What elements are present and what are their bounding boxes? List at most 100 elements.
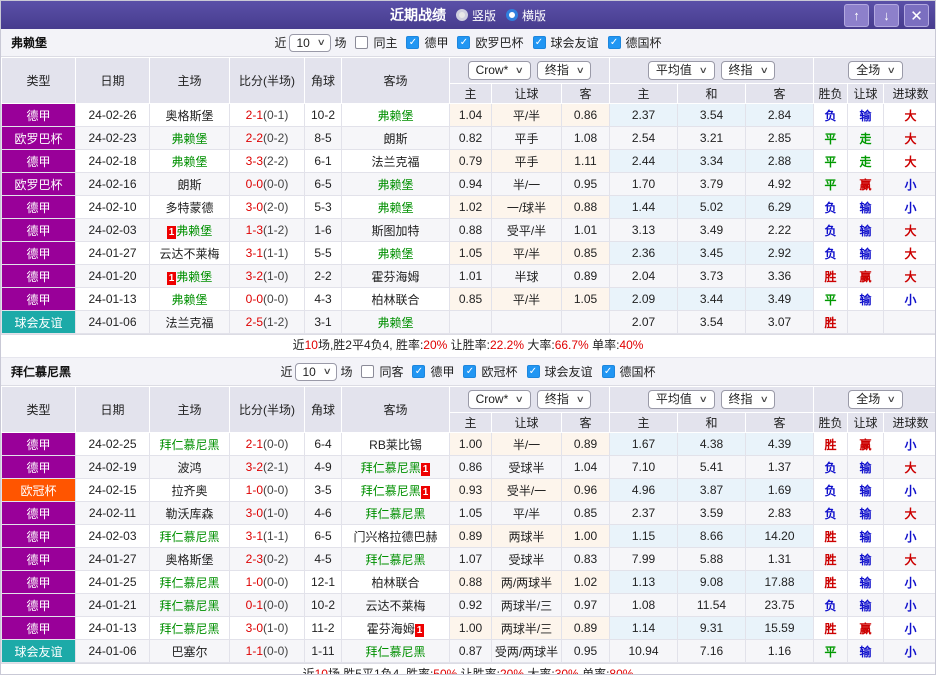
sub-column-header-euro-away-odds: 客 — [744, 412, 815, 433]
table-row: 德甲 24-01-27 云达不莱梅 3-1(1-1) 5-5 弗赖堡 1.05 平/半 0.85… — [1, 241, 935, 265]
table-row: 德甲 24-01-27 奥格斯堡 2-3(0-2) 4-5 拜仁慕尼黑 1.07 受球半 0.8… — [1, 547, 935, 571]
league-checkbox-label: 球会友谊 — [544, 365, 593, 379]
move-up-button[interactable]: ↑ — [844, 4, 869, 27]
score-fulltime: 3-1 — [245, 246, 263, 260]
result-goals: 小 — [883, 616, 935, 640]
league-cell: 德甲 — [1, 264, 76, 288]
result-handicap: 赢 — [847, 172, 885, 196]
table-row: 德甲 24-01-21 拜仁慕尼黑 0-1(0-0) 10-2 云达不莱梅 0.92 两球半/… — [1, 593, 935, 617]
score-fulltime: 2-2 — [245, 131, 263, 145]
home-team-cell: 奥格斯堡 — [149, 547, 230, 571]
asian-home-odds: 0.85 — [449, 287, 492, 311]
final-odds-dropdown-2[interactable]: 终指 ∨ — [720, 390, 776, 409]
final-odds-dropdown-label: 终指 — [544, 63, 569, 77]
column-header-corner-cell: 角球 — [304, 386, 342, 433]
league-cell: 德甲 — [1, 547, 76, 571]
column-header-away-team-cell: 客场 — [341, 386, 450, 433]
team-name: 拉齐奥 — [171, 483, 208, 498]
sub-column-header-result-goals: 进球数 — [883, 412, 935, 433]
summary-segment: 让胜率: — [447, 338, 490, 352]
average-odds-dropdown[interactable]: 平均值 ∨ — [647, 390, 715, 409]
matches-table: 类型 日期 主场 比分(半场) 角球 客场 Crow* ∨ 终指 ∨ 平均值 ∨ 终指 ∨ 全场 ∨ 主让球客主… — [1, 57, 935, 334]
column-header-corner-cell: 角球 — [304, 57, 342, 104]
team-name: 拜仁慕尼黑 — [365, 506, 426, 521]
summary-segment: 22.2% — [490, 338, 525, 352]
result-outcome: 平 — [813, 172, 849, 196]
odds-source-dropdown[interactable]: Crow* ∨ — [467, 390, 531, 409]
euro-away-odds: 2.22 — [744, 218, 815, 242]
result-goals: 大 — [883, 149, 935, 173]
team-name: 拜仁慕尼黑 — [159, 529, 220, 544]
odds-source-dropdown[interactable]: Crow* ∨ — [467, 61, 531, 80]
league-cell: 德甲 — [1, 287, 76, 311]
away-team-cell: 霍芬海姆 1 — [341, 616, 450, 640]
average-odds-dropdown[interactable]: 平均值 ∨ — [647, 61, 715, 80]
team-name: 云达不莱梅 — [365, 598, 426, 613]
team-name: 朗斯 — [177, 177, 202, 192]
team-name: 门兴格拉德巴赫 — [353, 529, 438, 544]
league-checkbox-4[interactable]: ✓ — [601, 365, 615, 378]
euro-draw-odds: 3.54 — [677, 310, 746, 334]
result-outcome: 负 — [813, 501, 849, 525]
league-cell: 德甲 — [1, 616, 76, 640]
score-fulltime: 2-1 — [245, 108, 263, 122]
euro-away-odds: 17.88 — [744, 570, 815, 594]
result-goals: 小 — [883, 570, 935, 594]
league-cell: 德甲 — [1, 103, 76, 127]
team-section-1: 弗赖堡近 10 ∨ 场同主 ✓ 德甲 ✓ 欧罗巴杯 ✓ 球会友谊 ✓ 德国杯 类型 日期 主场 比分(半场) 角… — [1, 29, 935, 355]
asian-home-odds: 0.88 — [449, 218, 492, 242]
team-name: 拜仁慕尼黑 — [159, 621, 220, 636]
scope-group: 全场 ∨ — [813, 57, 935, 84]
league-checkbox-2[interactable]: ✓ — [457, 36, 471, 49]
euro-away-odds: 1.37 — [744, 455, 815, 479]
league-checkbox-1[interactable]: ✓ — [406, 36, 420, 49]
red-card-badge: 1 — [166, 271, 177, 285]
league-checkbox-1[interactable]: ✓ — [412, 365, 426, 378]
score-halftime: (0-2) — [263, 131, 289, 145]
league-checkbox-2[interactable]: ✓ — [463, 365, 477, 378]
date-cell: 24-02-19 — [75, 455, 150, 479]
scope-dropdown[interactable]: 全场 ∨ — [848, 61, 903, 80]
match-count-select[interactable]: 10 ∨ — [289, 33, 332, 52]
score-halftime: (2-0) — [263, 200, 289, 214]
scope-dropdown[interactable]: 全场 ∨ — [848, 390, 903, 409]
layout-radio-horizontal[interactable]: 横版 — [506, 7, 546, 24]
same-home-checkbox[interactable] — [355, 36, 369, 49]
score-halftime: (1-1) — [263, 246, 289, 260]
match-count-select[interactable]: 10 ∨ — [295, 362, 338, 381]
result-goals: 大 — [883, 264, 935, 288]
league-checkbox-3[interactable]: ✓ — [532, 36, 546, 49]
final-odds-dropdown[interactable]: 终指 ∨ — [536, 390, 592, 409]
team-name: 弗赖堡 — [171, 154, 208, 169]
score-cell: 3-3(2-2) — [229, 149, 305, 173]
home-team-cell: 多特蒙德 — [149, 195, 230, 219]
team-section-2: 拜仁慕尼黑近 10 ∨ 场同客 ✓ 德甲 ✓ 欧冠杯 ✓ 球会友谊 ✓ 德国杯 类型 日期 主场 比分(半场)… — [1, 357, 935, 674]
euro-draw-odds: 5.02 — [677, 195, 746, 219]
layout-radio-vertical[interactable]: 竖版 — [455, 7, 496, 24]
title-buttons: ↑ ↓ ✕ — [844, 4, 929, 27]
corner-cell: 4-9 — [304, 455, 342, 479]
home-team-cell: 朗斯 — [149, 172, 230, 196]
home-team-cell: 拉齐奥 — [149, 478, 230, 502]
away-team-cell: 拜仁慕尼黑 — [341, 501, 450, 525]
down-arrow-icon: ↓ — [883, 8, 890, 23]
final-odds-dropdown[interactable]: 终指 ∨ — [536, 61, 592, 80]
final-odds-dropdown-2[interactable]: 终指 ∨ — [720, 61, 776, 80]
result-outcome: 平 — [813, 287, 849, 311]
league-checkbox-3[interactable]: ✓ — [526, 365, 540, 378]
league-cell: 德甲 — [1, 501, 76, 525]
move-down-button[interactable]: ↓ — [874, 4, 899, 27]
same-label: 同客 — [379, 365, 404, 379]
close-button[interactable]: ✕ — [904, 4, 929, 27]
handicap-line: 两球半 — [491, 524, 562, 548]
league-checkbox-4[interactable]: ✓ — [607, 36, 621, 49]
score-fulltime: 3-3 — [245, 154, 263, 168]
table-row: 德甲 24-02-19 波鸿 3-2(2-1) 4-9 拜仁慕尼黑 1 0.86 受球半 1.04… — [1, 455, 935, 479]
euro-away-odds: 1.69 — [744, 478, 815, 502]
score-cell: 1-0(0-0) — [229, 478, 305, 502]
handicap-line: 受半/一 — [491, 478, 562, 502]
same-away-checkbox[interactable] — [361, 365, 375, 378]
score-fulltime: 3-0 — [245, 200, 263, 214]
handicap-line: 受球半 — [491, 455, 562, 479]
corner-cell: 3-1 — [304, 310, 342, 334]
